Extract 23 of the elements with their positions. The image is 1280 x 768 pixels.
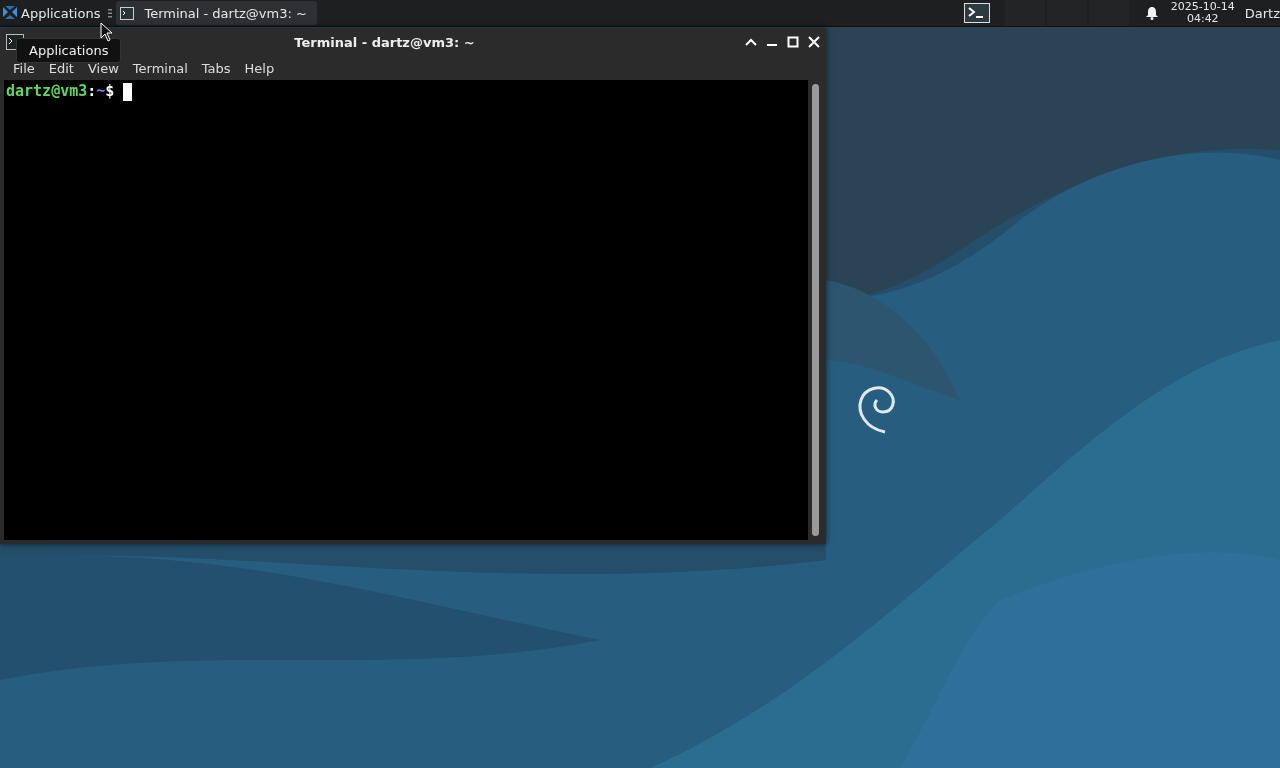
menu-item[interactable]: Tabs (194, 60, 238, 76)
bell-icon[interactable] (1144, 6, 1159, 20)
menu-item[interactable]: Terminal (125, 60, 195, 76)
maximize-icon[interactable] (787, 36, 799, 48)
taskbar-button[interactable]: Terminal - dartz@vm3: ~ (116, 1, 317, 25)
menu-item[interactable]: Help (237, 60, 282, 76)
text-cursor (123, 82, 133, 101)
terminal-icon (963, 3, 990, 23)
prompt-text: dartz@vm3:~$ (6, 82, 115, 100)
chevron-up-icon[interactable] (745, 37, 757, 47)
terminal-launcher-button[interactable] (962, 1, 991, 25)
handle-icon (108, 8, 113, 18)
app-menu-icon (2, 5, 18, 21)
clock-button[interactable]: 2025-10-14 04:42 (1170, 1, 1235, 25)
terminal-icon (120, 6, 135, 20)
menu-item[interactable]: View (80, 60, 126, 76)
close-icon[interactable] (808, 36, 820, 48)
menu-item[interactable]: File (6, 60, 42, 76)
menu-item[interactable]: Edit (41, 60, 81, 76)
tooltip: Applications (16, 38, 122, 63)
window-title: Terminal - dartz@vm3: ~ (293, 34, 476, 50)
user-menu-button[interactable]: Dartz (1244, 5, 1280, 21)
applications-menu-button[interactable]: Applications (0, 0, 105, 26)
